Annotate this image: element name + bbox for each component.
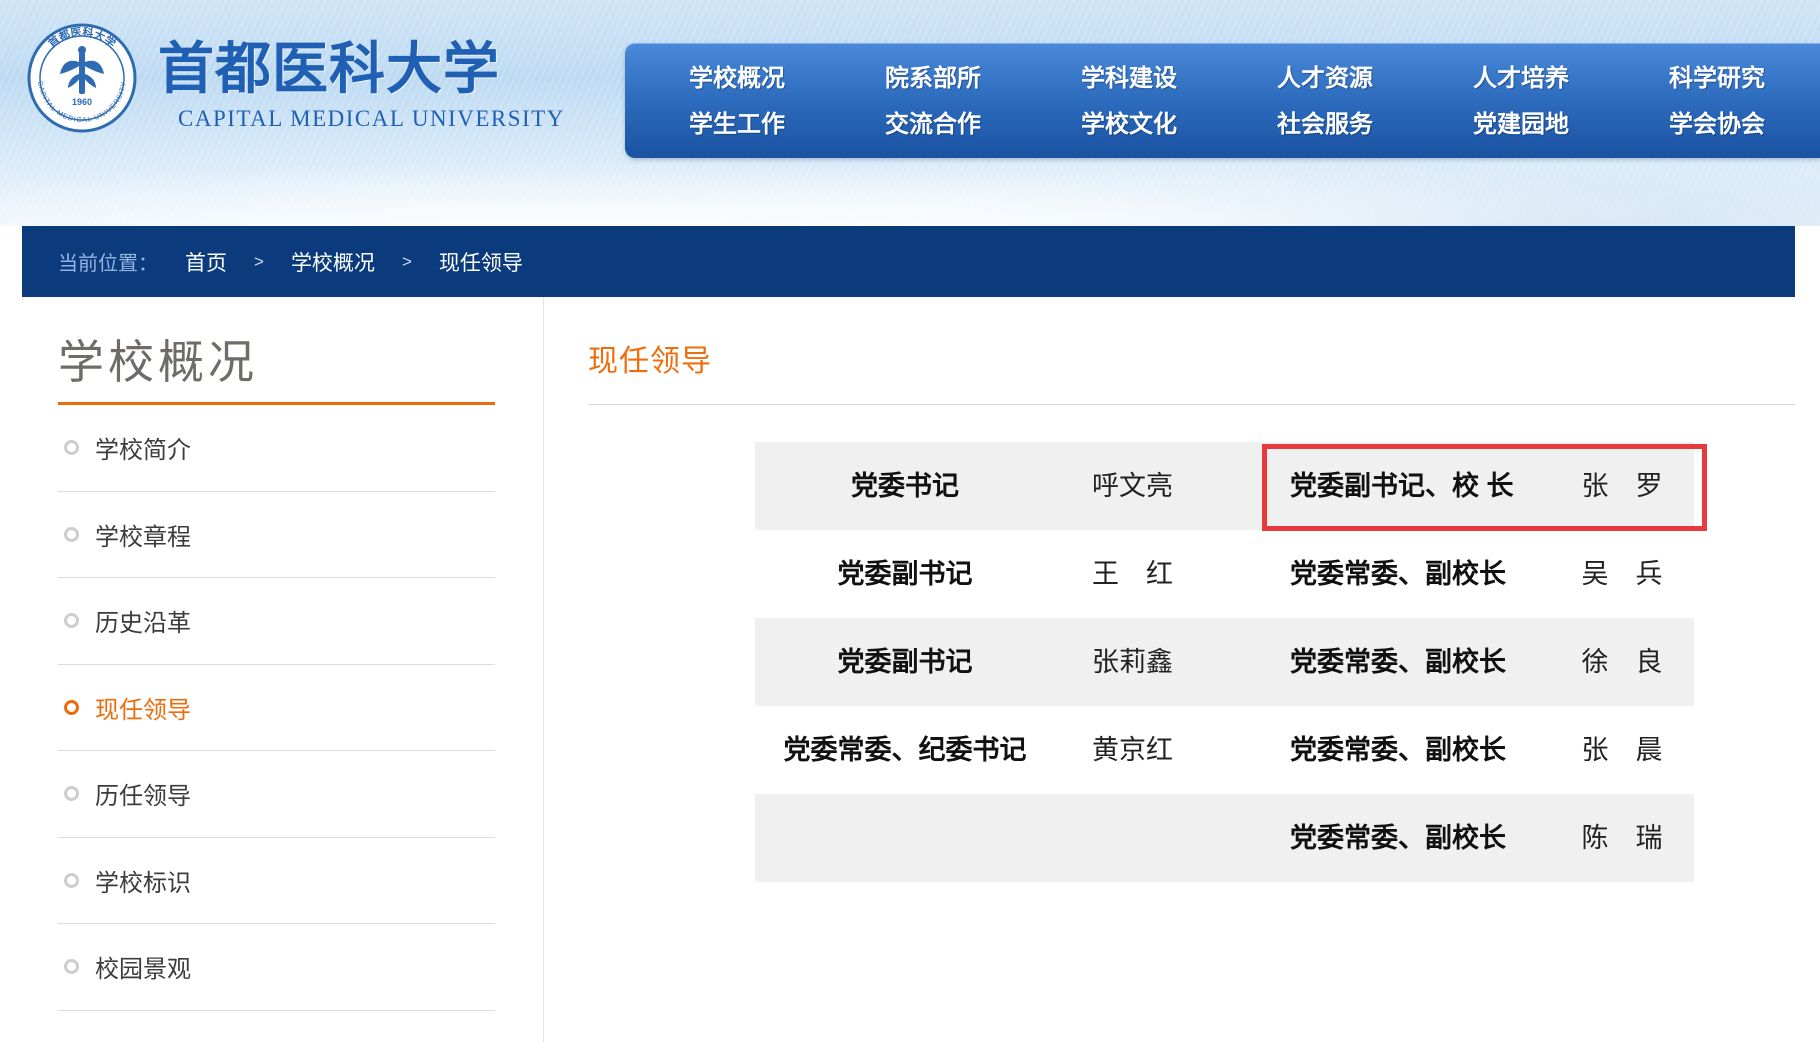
nav-item-人才培养[interactable]: 人才培养 <box>1423 57 1619 101</box>
right-title-cell: 党委常委、副校长 <box>1290 618 1540 706</box>
table-row: 党委常委、副校长 陈 瑞 <box>755 794 1694 882</box>
nav-item-学校文化[interactable]: 学校文化 <box>1031 103 1227 147</box>
nav-item-学会协会[interactable]: 学会协会 <box>1619 103 1815 147</box>
left-title-cell: 党委副书记 <box>755 618 1055 706</box>
nav-item-学科建设[interactable]: 学科建设 <box>1031 57 1227 101</box>
university-name-en: CAPITAL MEDICAL UNIVERSITY <box>178 106 565 132</box>
left-title-cell: 党委书记 <box>755 442 1055 530</box>
bullet-icon <box>64 527 79 542</box>
left-name-cell: 王 红 <box>1055 530 1210 618</box>
breadcrumb-separator: > <box>254 252 264 272</box>
right-name-cell: 陈 瑞 <box>1550 794 1694 882</box>
university-name-cn: 首都医科大学 <box>158 24 500 105</box>
left-title-cell <box>755 794 1055 882</box>
sidebar-item-学校章程[interactable]: 学校章程 <box>58 492 495 579</box>
nav-item-院系部所[interactable]: 院系部所 <box>835 57 1031 101</box>
nav-item-科学研究[interactable]: 科学研究 <box>1619 57 1815 101</box>
sidebar-item-label: 学校标识 <box>95 863 191 898</box>
table-row: 党委常委、纪委书记 黄京红 党委常委、副校长 张 晨 <box>755 706 1694 794</box>
right-name-cell: 张 晨 <box>1550 706 1694 794</box>
right-title-cell: 党委常委、副校长 <box>1290 794 1540 882</box>
left-name-cell: 呼文亮 <box>1055 442 1210 530</box>
breadcrumb-label: 当前位置： <box>58 247 158 276</box>
page-title: 现任领导 <box>588 336 712 380</box>
sidebar-item-现任领导[interactable]: 现任领导 <box>58 665 495 752</box>
sidebar-item-label: 历史沿革 <box>95 603 191 638</box>
content-divider <box>588 404 1795 405</box>
bullet-icon <box>64 959 79 974</box>
sidebar-item-label: 校园景观 <box>95 949 191 984</box>
university-seal-icon: 首都医科大学 CAPITAL MEDICAL UNIVERSITY 1960 <box>26 22 138 134</box>
breadcrumb-separator: > <box>402 252 412 272</box>
nav-row-1: 学校概况院系部所学科建设人才资源人才培养科学研究 <box>639 57 1820 101</box>
sidebar-item-校园景观[interactable]: 校园景观 <box>58 924 495 1011</box>
nav-item-党建园地[interactable]: 党建园地 <box>1423 103 1619 147</box>
sidebar-title: 学校概况 <box>58 326 258 392</box>
breadcrumb: 当前位置： 首页 > 学校概况 > 现任领导 <box>22 226 1795 297</box>
active-bullet-icon <box>64 700 79 715</box>
bullet-icon <box>64 873 79 888</box>
sidebar-item-label: 学校简介 <box>95 430 191 465</box>
left-name-cell: 黄京红 <box>1055 706 1210 794</box>
main-nav: 学校概况院系部所学科建设人才资源人才培养科学研究 学生工作交流合作学校文化社会服… <box>625 43 1820 158</box>
nav-item-社会服务[interactable]: 社会服务 <box>1227 103 1423 147</box>
breadcrumb-items: 首页 > 学校概况 > 现任领导 <box>185 247 523 277</box>
nav-item-交流合作[interactable]: 交流合作 <box>835 103 1031 147</box>
nav-row-2: 学生工作交流合作学校文化社会服务党建园地学会协会 <box>639 103 1820 147</box>
sidebar-item-学校标识[interactable]: 学校标识 <box>58 838 495 925</box>
sidebar-content-divider <box>543 297 544 1042</box>
sidebar-item-学校简介[interactable]: 学校简介 <box>58 405 495 492</box>
table-row: 党委副书记 王 红 党委常委、副校长 吴 兵 <box>755 530 1694 618</box>
site-header: 首都医科大学 CAPITAL MEDICAL UNIVERSITY 1960 首… <box>0 0 1820 226</box>
sidebar-item-历任领导[interactable]: 历任领导 <box>58 751 495 838</box>
table-row: 党委副书记 张莉鑫 党委常委、副校长 徐 良 <box>755 618 1694 706</box>
bullet-icon <box>64 613 79 628</box>
breadcrumb-link-现任领导: 现任领导 <box>439 247 523 277</box>
bullet-icon <box>64 786 79 801</box>
highlight-box <box>1262 444 1707 531</box>
svg-text:1960: 1960 <box>72 97 92 107</box>
sidebar-item-label: 现任领导 <box>95 690 191 725</box>
left-title-cell: 党委副书记 <box>755 530 1055 618</box>
left-name-cell: 张莉鑫 <box>1055 618 1210 706</box>
breadcrumb-link-首页[interactable]: 首页 <box>185 247 227 277</box>
bullet-icon <box>64 440 79 455</box>
right-title-cell: 党委常委、副校长 <box>1290 530 1540 618</box>
nav-item-学生工作[interactable]: 学生工作 <box>639 103 835 147</box>
sidebar-item-label: 历任领导 <box>95 776 191 811</box>
right-title-cell: 党委常委、副校长 <box>1290 706 1540 794</box>
left-title-cell: 党委常委、纪委书记 <box>755 706 1055 794</box>
right-name-cell: 徐 良 <box>1550 618 1694 706</box>
left-name-cell <box>1055 794 1210 882</box>
sidebar-item-历史沿革[interactable]: 历史沿革 <box>58 578 495 665</box>
right-name-cell: 吴 兵 <box>1550 530 1694 618</box>
nav-item-人才资源[interactable]: 人才资源 <box>1227 57 1423 101</box>
sidebar-menu: 学校简介 学校章程 历史沿革 现任领导 历任领导 学校标识 校园景观 <box>58 405 495 1011</box>
breadcrumb-link-学校概况[interactable]: 学校概况 <box>291 247 375 277</box>
nav-item-学校概况[interactable]: 学校概况 <box>639 57 835 101</box>
sidebar-item-label: 学校章程 <box>95 517 191 552</box>
